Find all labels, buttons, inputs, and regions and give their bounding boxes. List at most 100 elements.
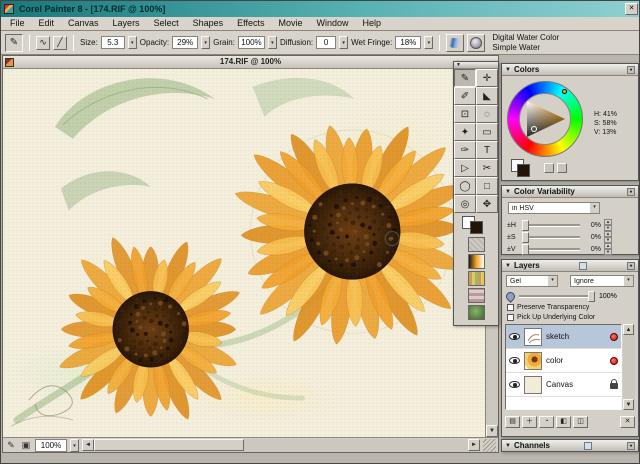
layer-visibility-eye-icon[interactable] [509, 333, 520, 340]
value-stepper[interactable]: ▲ ▼ [604, 243, 612, 255]
canvas[interactable] [3, 69, 485, 437]
nozzle-selector-icon[interactable] [467, 305, 485, 320]
toolbox-header[interactable]: ▼ [454, 62, 498, 69]
menu-item-select[interactable]: Select [147, 17, 186, 30]
preserve-transparency-checkbox[interactable] [507, 304, 514, 311]
palette-menu-icon[interactable]: ● [627, 65, 635, 74]
channels-header-icon[interactable] [584, 441, 593, 450]
menu-item-canvas[interactable]: Canvas [61, 17, 106, 30]
wet-fringe-input[interactable]: 18% [395, 36, 422, 49]
scroll-down-icon[interactable]: ▼ [623, 399, 634, 410]
pen-tool[interactable]: ✑ [454, 141, 476, 159]
slider-thumb[interactable] [522, 219, 529, 231]
sv-triangle[interactable] [521, 95, 569, 143]
tracing-paper-icon[interactable]: ▣ [20, 440, 32, 451]
main-color-swatch[interactable] [470, 221, 483, 234]
opacity-input[interactable]: 29% [172, 36, 199, 49]
layer-row-sketch[interactable]: sketch [506, 325, 621, 349]
resize-grip[interactable] [483, 438, 496, 452]
menu-item-layers[interactable]: Layers [106, 17, 147, 30]
colors-panel-header[interactable]: ▼ Colors ● [502, 64, 638, 76]
freehand-stroke-icon[interactable]: ∿ [36, 35, 50, 50]
brush-selector-button[interactable] [446, 33, 465, 52]
gradient-selector-icon[interactable] [467, 254, 485, 269]
value-stepper[interactable]: ▲ ▼ [604, 219, 612, 231]
menu-item-edit[interactable]: Edit [32, 17, 62, 30]
grain-flyout-arrow-icon[interactable]: ▾ [267, 36, 277, 49]
palette-menu-icon[interactable]: ● [627, 441, 635, 450]
pattern-selector-icon[interactable] [467, 271, 485, 286]
composite-method-select[interactable]: Gel ▾ [506, 275, 558, 287]
horizontal-scrollbar[interactable]: ◄ ► [82, 438, 480, 452]
main-color-swatch[interactable] [517, 164, 530, 177]
variability-mode-select[interactable]: in HSV ▾ [508, 202, 600, 214]
paint-bucket-tool[interactable]: ◣ [476, 87, 498, 105]
close-button[interactable]: ✕ [625, 3, 638, 15]
variability-panel-header[interactable]: ▼ Color Variability ● [502, 186, 638, 198]
menu-item-window[interactable]: Window [309, 17, 355, 30]
new-watercolor-layer-button[interactable]: ◔ [539, 416, 554, 428]
diffusion-input[interactable]: 0 [316, 36, 337, 49]
scroll-left-icon[interactable]: ◄ [82, 439, 94, 451]
size-input[interactable]: 5.3 [100, 36, 125, 49]
grabber-tool[interactable]: ✥ [476, 195, 498, 213]
shape-select-tool[interactable]: ▷ [454, 159, 476, 177]
layer-adjuster-tool[interactable]: ✛ [476, 69, 498, 87]
weave-selector-icon[interactable] [467, 288, 485, 303]
grain-input[interactable]: 100% [237, 36, 265, 49]
collapse-triangle-icon[interactable]: ▼ [505, 189, 511, 195]
collapse-triangle-icon[interactable]: ▼ [505, 443, 511, 449]
diffusion-flyout-arrow-icon[interactable]: ▾ [339, 36, 349, 49]
composite-depth-select[interactable]: Ignore ▾ [570, 275, 634, 287]
new-liquid-ink-layer-button[interactable]: ◧ [556, 416, 571, 428]
layer-row-color[interactable]: color [506, 349, 621, 373]
hue-marker[interactable] [562, 89, 567, 94]
crop-tool[interactable]: ⊡ [454, 105, 476, 123]
layer-commands-button[interactable]: ▤ [505, 416, 520, 428]
menu-item-file[interactable]: File [3, 17, 32, 30]
scissors-tool[interactable]: ✂ [476, 159, 498, 177]
channels-panel-header[interactable]: ▼ Channels ● [502, 440, 638, 451]
reset-colors-button[interactable] [557, 163, 567, 173]
layer-list-scrollbar[interactable]: ▲ ▼ [623, 324, 635, 410]
document-title-bar[interactable]: 174.RIF @ 100% [3, 56, 498, 69]
size-flyout-arrow-icon[interactable]: ▾ [127, 36, 137, 49]
menu-item-help[interactable]: Help [356, 17, 389, 30]
value-stepper[interactable]: ▲ ▼ [604, 231, 612, 243]
menu-item-shapes[interactable]: Shapes [186, 17, 231, 30]
opacity-slider-thumb[interactable] [588, 291, 595, 302]
slider-thumb[interactable] [522, 243, 529, 255]
scroll-down-icon[interactable]: ▼ [486, 425, 498, 437]
brush-tool-indicator-icon[interactable]: ✎ [5, 33, 23, 52]
layer-visibility-eye-icon[interactable] [509, 381, 520, 388]
rect-shape-tool[interactable]: □ [476, 177, 498, 195]
dab-preview-button[interactable] [467, 33, 486, 52]
magic-wand-tool[interactable]: ✦ [454, 123, 476, 141]
collapse-triangle-icon[interactable]: ▼ [505, 67, 511, 73]
drawing-mode-icon[interactable]: ✎ [5, 440, 17, 451]
variability-slider[interactable] [522, 219, 580, 231]
create-layer-mask-button[interactable]: ◫ [573, 416, 588, 428]
rect-select-tool[interactable]: ▭ [476, 123, 498, 141]
layer-opacity-slider[interactable] [519, 291, 595, 302]
paper-selector-icon[interactable] [467, 237, 485, 252]
wet-fringe-flyout-arrow-icon[interactable]: ▾ [424, 36, 434, 49]
palette-menu-icon[interactable]: ● [627, 187, 635, 196]
layer-visibility-eye-icon[interactable] [509, 357, 520, 364]
scroll-up-icon[interactable]: ▲ [623, 324, 634, 335]
lasso-tool[interactable]: ◌ [476, 105, 498, 123]
magnifier-tool[interactable]: ◎ [454, 195, 476, 213]
oval-shape-tool[interactable]: ◯ [454, 177, 476, 195]
scroll-right-icon[interactable]: ► [468, 439, 480, 451]
new-layer-button[interactable]: ＋ [522, 416, 537, 428]
swap-colors-button[interactable] [544, 163, 554, 173]
horizontal-scroll-thumb[interactable] [94, 439, 244, 451]
text-tool[interactable]: T [476, 141, 498, 159]
pickup-underlying-color-checkbox[interactable] [507, 314, 514, 321]
menu-item-movie[interactable]: Movie [271, 17, 309, 30]
brush-selector-labels[interactable]: Digital Water Color Simple Water [492, 33, 559, 53]
delete-layer-button[interactable]: ✕ [620, 416, 635, 428]
zoom-level-select[interactable]: 100% [35, 438, 67, 452]
title-bar[interactable]: Corel Painter 8 - [174.RIF @ 100%] ✕ [1, 1, 639, 17]
layers-panel-header[interactable]: ▼ Layers ● [502, 260, 638, 272]
